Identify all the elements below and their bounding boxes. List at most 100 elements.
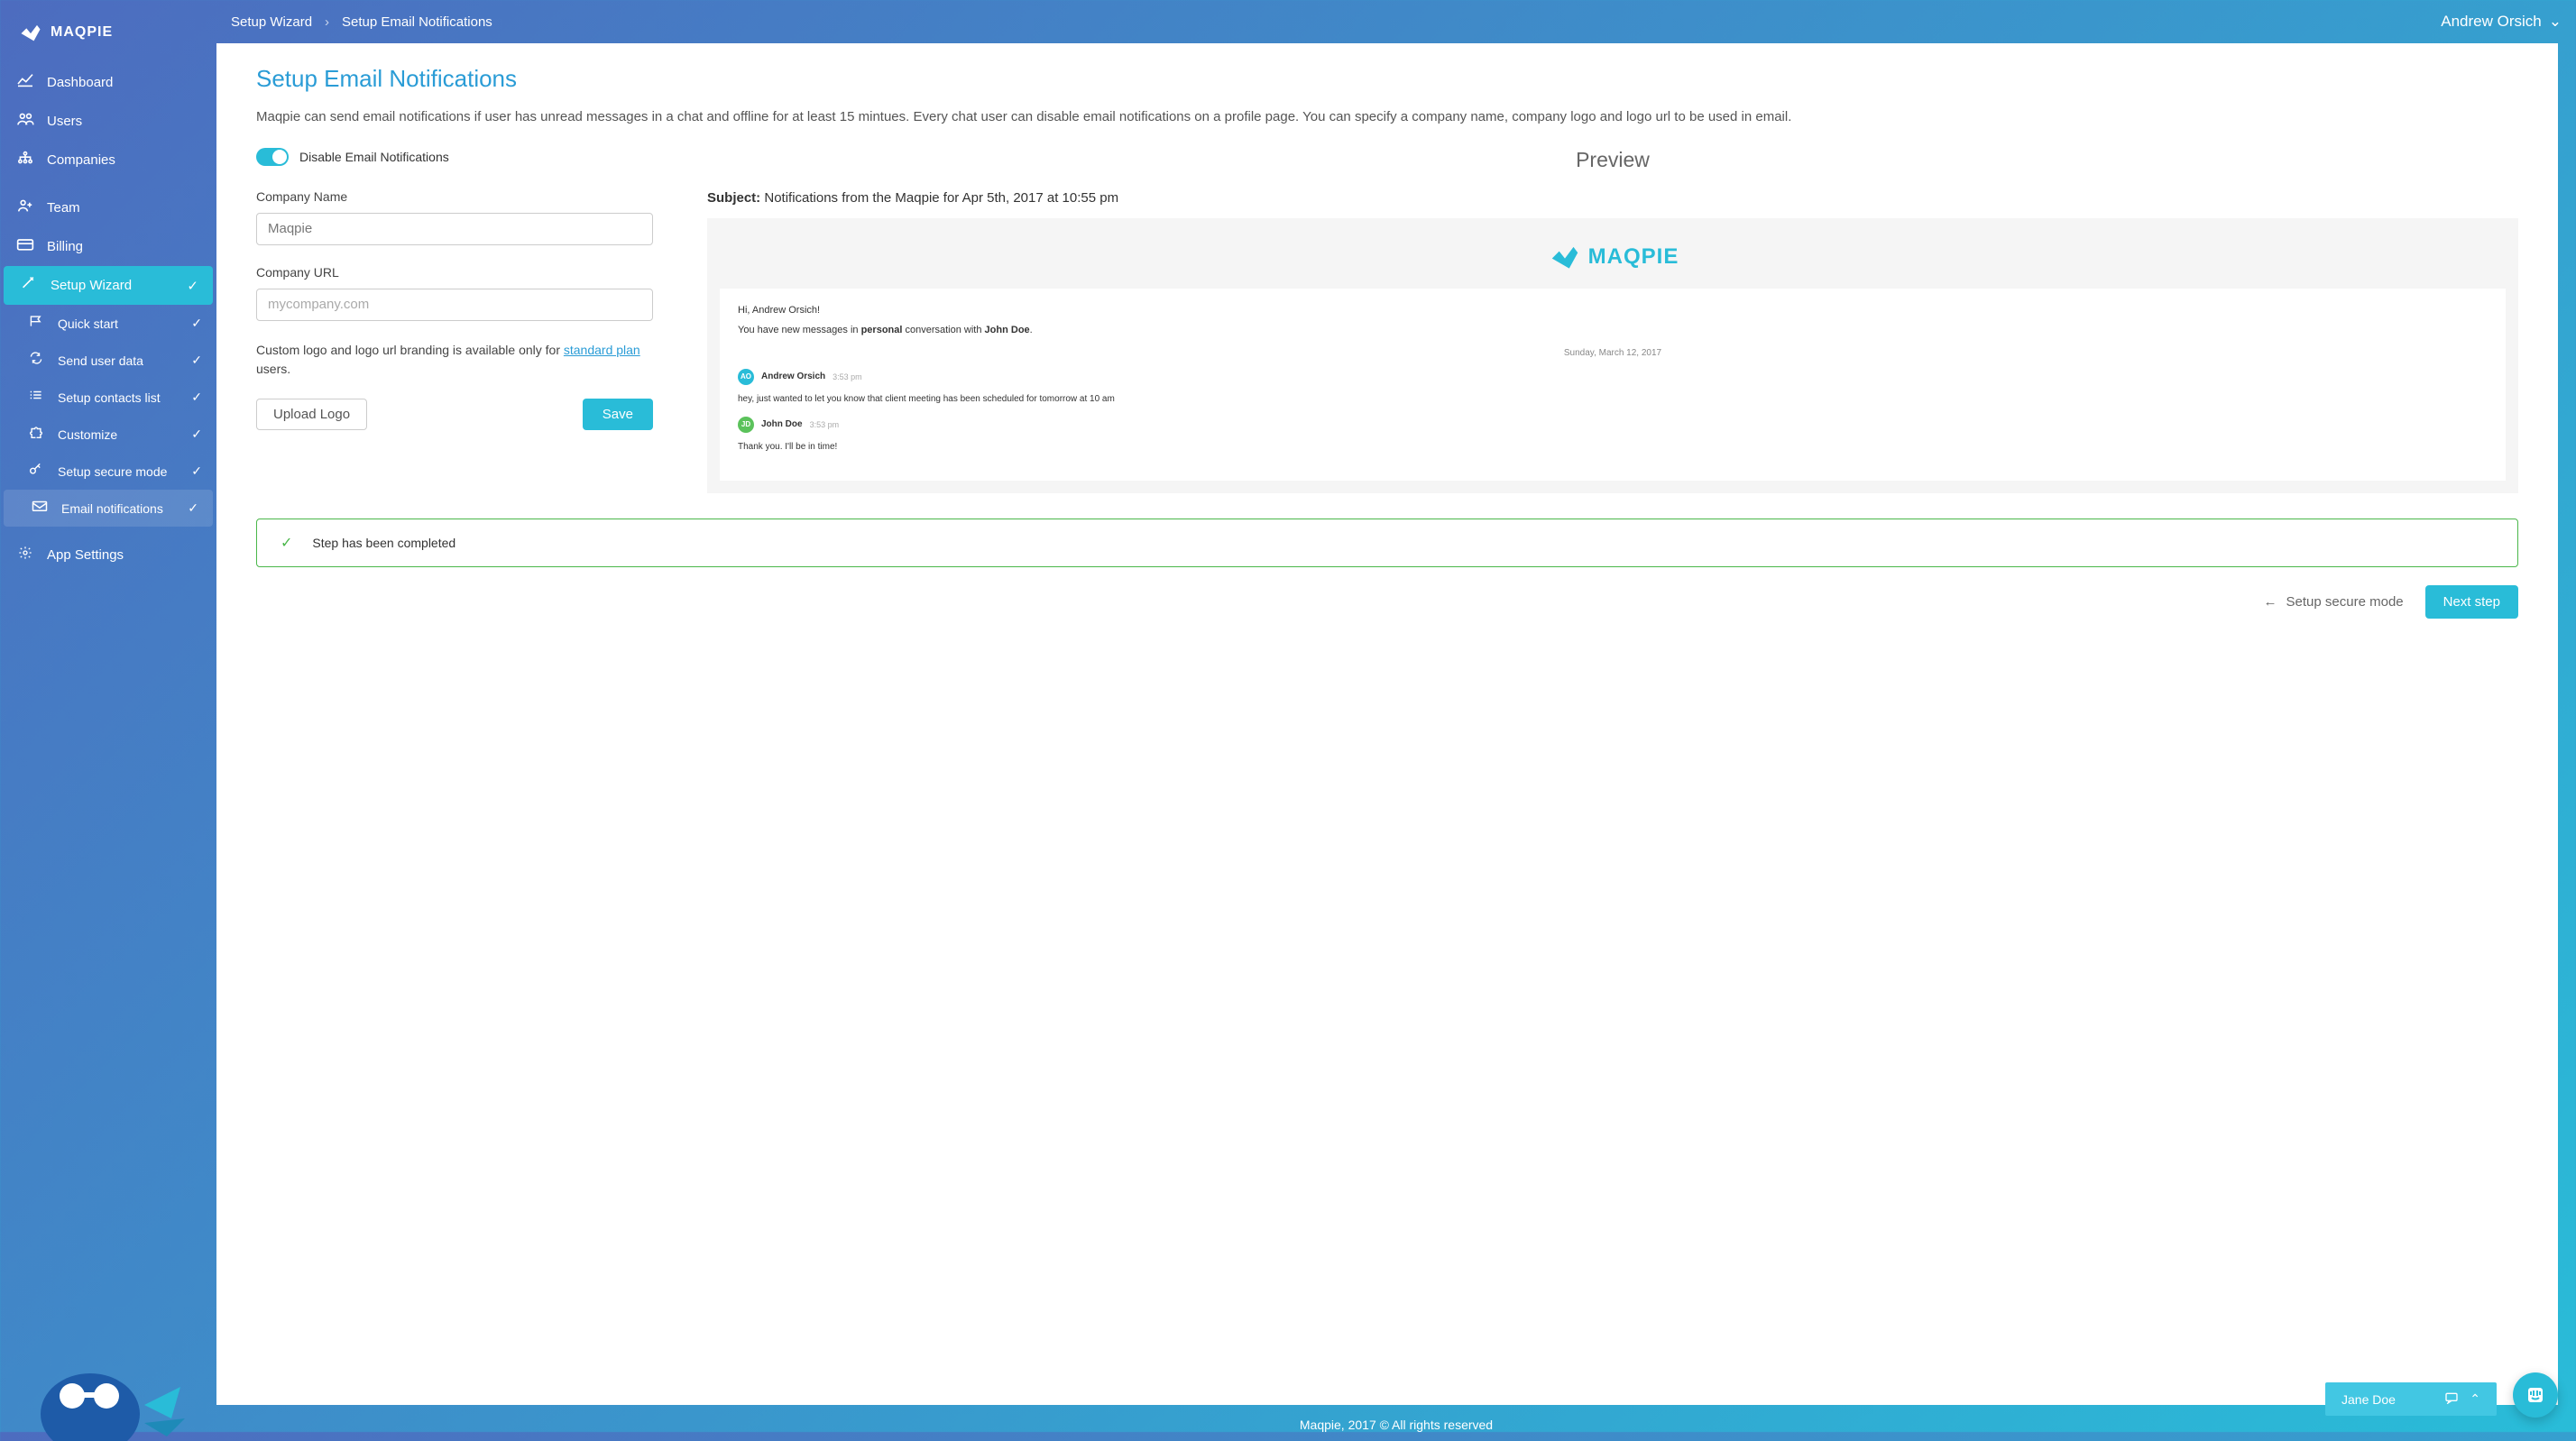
nav-label: Customize (58, 427, 117, 442)
company-name-input[interactable] (256, 213, 653, 245)
gear-icon (14, 546, 36, 564)
user-name: Andrew Orsich (2441, 13, 2541, 31)
check-icon: ✓ (191, 316, 202, 331)
standard-plan-link[interactable]: standard plan (564, 343, 640, 357)
check-icon: ✓ (191, 390, 202, 405)
check-icon: ✓ (191, 427, 202, 442)
wizard-item-customize[interactable]: Customize ✓ (0, 416, 216, 453)
toggle-label: Disable Email Notifications (299, 150, 449, 164)
message-body: Thank you. I'll be in time! (738, 442, 2488, 452)
sidebar-item-team[interactable]: Team (0, 188, 216, 227)
user-menu[interactable]: Andrew Orsich ⌄ (2441, 13, 2562, 31)
chevron-down-icon: ⌄ (2549, 13, 2562, 31)
user-plus-icon (14, 198, 36, 217)
message-header: AO Andrew Orsich 3:53 pm (738, 369, 2488, 385)
intercom-launcher[interactable] (2513, 1372, 2558, 1418)
check-icon: ✓ (187, 278, 198, 294)
check-icon: ✓ (191, 353, 202, 368)
chart-line-icon (14, 73, 36, 92)
disable-email-toggle[interactable] (256, 148, 289, 166)
sync-icon (25, 352, 47, 369)
upload-logo-button[interactable]: Upload Logo (256, 399, 367, 430)
chevron-up-icon[interactable]: ⌃ (2470, 1391, 2480, 1407)
nav-label: Setup Wizard (51, 278, 132, 293)
chat-widget[interactable]: Jane Doe ⌃ (2325, 1382, 2497, 1416)
users-icon (14, 112, 36, 131)
nav-label: Setup contacts list (58, 390, 161, 405)
sidebar-item-billing[interactable]: Billing (0, 227, 216, 266)
step-completed-banner: ✓ Step has been completed (256, 519, 2518, 567)
nav-label: App Settings (47, 547, 124, 563)
list-icon (25, 389, 47, 406)
breadcrumb-item[interactable]: Setup Wizard (231, 14, 312, 30)
hierarchy-icon (14, 151, 36, 170)
chat-user-name: Jane Doe (2341, 1392, 2396, 1407)
bottom-nav: App Settings (0, 536, 216, 574)
content-panel: Setup Email Notifications Maqpie can sen… (216, 43, 2558, 1405)
page-description: Maqpie can send email notifications if u… (256, 107, 2518, 128)
save-button[interactable]: Save (583, 399, 653, 430)
nav-label: Send user data (58, 353, 143, 368)
admin-nav: Team Billing Setup Wizard ✓ (0, 188, 216, 305)
puzzle-icon (25, 426, 47, 443)
maqpie-bird-icon (18, 20, 43, 45)
nav-label: Dashboard (47, 75, 113, 90)
nav-label: Email notifications (61, 501, 163, 516)
preview-section: Preview Subject: Notifications from the … (707, 148, 2518, 493)
prev-step-link[interactable]: ← Setup secure mode (2264, 594, 2404, 610)
nav-label: Setup secure mode (58, 464, 167, 479)
chat-bubble-icon[interactable] (2444, 1391, 2459, 1407)
nav-label: Team (47, 200, 80, 216)
email-intro: You have new messages in personal conver… (738, 325, 2488, 335)
message-header: JD John Doe 3:53 pm (738, 417, 2488, 433)
next-step-button[interactable]: Next step (2425, 585, 2518, 619)
form-section: Disable Email Notifications Company Name… (256, 148, 653, 493)
key-icon (25, 463, 47, 480)
flag-icon (25, 315, 47, 332)
company-name-label: Company Name (256, 189, 653, 204)
nav-label: Users (47, 114, 82, 129)
wizard-navigation: ← Setup secure mode Next step (256, 585, 2518, 626)
plan-hint: Custom logo and logo url branding is ava… (256, 341, 653, 379)
message-body: hey, just wanted to let you know that cl… (738, 394, 2488, 404)
preview-subject: Subject: Notifications from the Maqpie f… (707, 188, 2518, 207)
wizard-item-contacts[interactable]: Setup contacts list ✓ (0, 379, 216, 416)
company-url-input[interactable] (256, 289, 653, 321)
wizard-item-senddata[interactable]: Send user data ✓ (0, 342, 216, 379)
avatar: AO (738, 369, 754, 385)
brand-text: MAQPIE (51, 24, 113, 41)
brand-logo[interactable]: MAQPIE (0, 11, 216, 63)
wizard-subnav: Quick start ✓ Send user data ✓ Setup con… (0, 305, 216, 527)
wizard-item-quickstart[interactable]: Quick start ✓ (0, 305, 216, 342)
completed-text: Step has been completed (312, 536, 455, 550)
sidebar-item-setup-wizard[interactable]: Setup Wizard ✓ (4, 266, 213, 305)
breadcrumb: Setup Wizard › Setup Email Notifications (231, 14, 492, 30)
email-preview-card: MAQPIE Hi, Andrew Orsich! You have new m… (707, 218, 2518, 493)
breadcrumb-item[interactable]: Setup Email Notifications (342, 14, 492, 30)
nav-label: Companies (47, 152, 115, 168)
maqpie-bird-icon (1547, 240, 1583, 274)
primary-nav: Dashboard Users Companies (0, 63, 216, 179)
wizard-item-secure[interactable]: Setup secure mode ✓ (0, 453, 216, 490)
preview-heading: Preview (707, 148, 2518, 172)
nav-label: Billing (47, 239, 83, 254)
company-url-label: Company URL (256, 265, 653, 280)
topbar: Setup Wizard › Setup Email Notifications… (216, 0, 2576, 43)
page-title: Setup Email Notifications (256, 65, 2518, 93)
sidebar-item-dashboard[interactable]: Dashboard (0, 63, 216, 102)
wizard-item-email[interactable]: Email notifications ✓ (4, 490, 213, 527)
sidebar-item-users[interactable]: Users (0, 102, 216, 141)
footer: Maqpie, 2017 © All rights reserved (216, 1405, 2576, 1432)
mascot-illustration (9, 1333, 189, 1441)
check-icon: ✓ (281, 534, 292, 552)
arrow-left-icon: ← (2264, 594, 2277, 610)
sidebar-item-app-settings[interactable]: App Settings (0, 536, 216, 574)
nav-label: Quick start (58, 317, 118, 331)
envelope-icon (29, 500, 51, 517)
email-greeting: Hi, Andrew Orsich! (738, 305, 2488, 316)
email-date: Sunday, March 12, 2017 (738, 348, 2488, 358)
sidebar-item-companies[interactable]: Companies (0, 141, 216, 179)
credit-card-icon (14, 237, 36, 256)
wand-icon (18, 276, 40, 295)
check-icon: ✓ (188, 500, 198, 516)
